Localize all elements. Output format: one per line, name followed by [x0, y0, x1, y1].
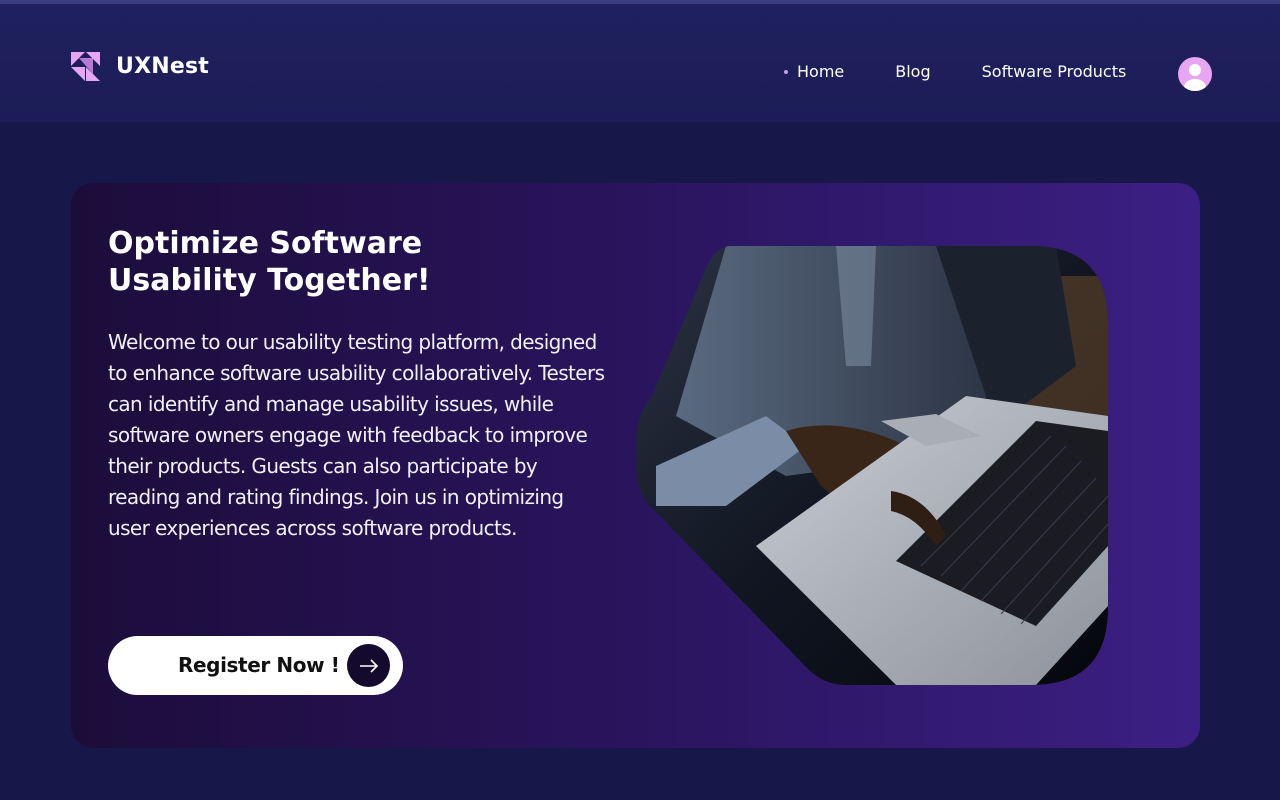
hero-title: Optimize Software Usability Together!: [108, 225, 528, 299]
user-avatar[interactable]: [1178, 57, 1212, 91]
arrow-right-icon: [347, 644, 390, 687]
main-nav: Home Blog Software Products: [784, 62, 1126, 81]
active-indicator-dot: [784, 70, 788, 74]
nav-home-label[interactable]: Home: [797, 62, 844, 81]
hero-card: Optimize Software Usability Together! We…: [71, 183, 1200, 748]
uxnest-logo-icon: [71, 52, 100, 81]
laptop-typing-photo: [636, 246, 1108, 685]
brand-logo[interactable]: UXNest: [71, 52, 209, 81]
site-header: UXNest Home Blog Software Products: [0, 4, 1280, 122]
hero-description: Welcome to our usability testing platfor…: [108, 330, 605, 540]
nav-item-software-products[interactable]: Software Products: [982, 62, 1127, 81]
hero-title-line-1: Optimize Software: [108, 226, 423, 261]
register-now-button[interactable]: Register Now !: [108, 636, 403, 695]
register-button-label: Register Now !: [178, 653, 340, 677]
nav-item-blog[interactable]: Blog: [895, 62, 930, 81]
nav-item-home[interactable]: Home: [784, 62, 844, 81]
brand-name: UXNest: [116, 54, 209, 79]
hero-title-line-2: Usability Together!: [108, 263, 431, 298]
user-avatar-icon: [1184, 64, 1206, 91]
